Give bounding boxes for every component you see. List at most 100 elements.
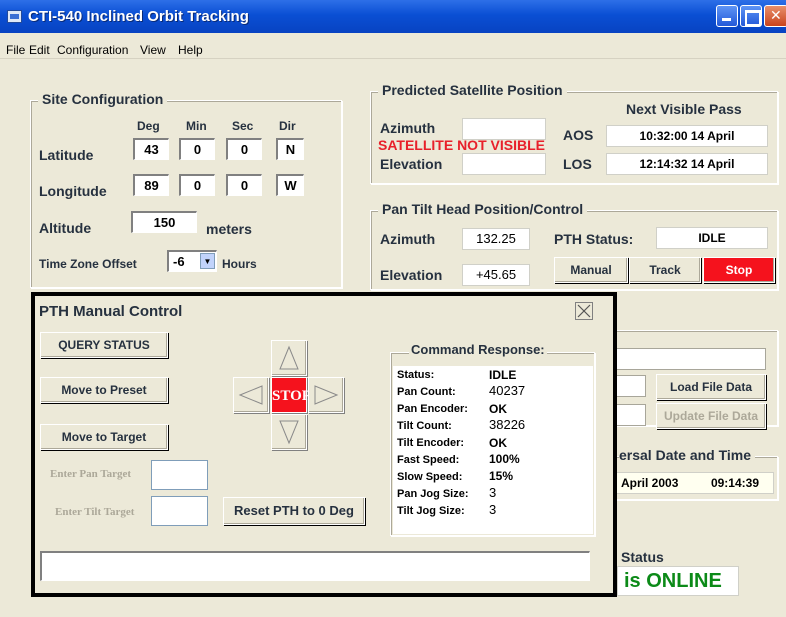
tilt-down-button[interactable] — [271, 414, 307, 450]
latitude-sec-input[interactable]: 0 — [226, 138, 262, 160]
command-response-title: Command Response: — [409, 342, 547, 357]
response-value: OK — [489, 402, 507, 416]
timezone-select[interactable]: -6 ▼ — [167, 250, 217, 272]
menu-bar: File Edit Configuration View Help — [0, 33, 786, 59]
manual-button[interactable]: Manual — [554, 257, 628, 283]
response-label: Fast Speed: — [397, 454, 460, 466]
pan-tilt-title: Pan Tilt Head Position/Control — [378, 201, 588, 217]
pth-message-box[interactable] — [40, 551, 590, 581]
app-icon[interactable] — [7, 10, 22, 23]
minimize-button[interactable] — [716, 5, 738, 27]
status-title: Status — [621, 549, 664, 565]
response-label: Pan Jog Size: — [397, 488, 469, 500]
menu-file[interactable]: File — [6, 43, 25, 57]
latitude-label: Latitude — [39, 147, 94, 163]
response-value: 40237 — [489, 383, 526, 398]
satellite-warning: SATELLITE NOT VISIBLE — [378, 137, 545, 153]
pth-manual-control-dialog: PTH Manual Control QUERY STATUS Move to … — [31, 292, 617, 597]
pth-status-label: PTH Status: — [554, 231, 634, 247]
move-to-target-button[interactable]: Move to Target — [40, 424, 168, 450]
tilt-target-input[interactable] — [151, 496, 208, 526]
close-button[interactable] — [764, 5, 786, 27]
track-button[interactable]: Track — [629, 257, 701, 283]
response-value: 3 — [489, 485, 497, 500]
stop-tracking-button[interactable]: Stop — [703, 257, 775, 283]
altitude-label: Altitude — [39, 220, 92, 236]
longitude-deg-input[interactable]: 89 — [133, 174, 169, 196]
longitude-dir-input[interactable]: W — [276, 174, 304, 196]
arrow-down-icon — [279, 420, 299, 445]
response-label: Status: — [397, 369, 435, 381]
response-value: OK — [489, 436, 507, 450]
pan-target-input[interactable] — [151, 460, 208, 490]
menu-configuration[interactable]: Configuration — [57, 43, 128, 57]
sec-header: Sec — [232, 119, 254, 133]
universal-date-field: April 2003 09:14:39 — [614, 472, 774, 494]
response-label: Tilt Encoder: — [397, 437, 465, 449]
pan-left-button[interactable] — [233, 377, 269, 413]
site-configuration-title: Site Configuration — [38, 91, 168, 107]
deg-header: Deg — [137, 119, 160, 133]
maximize-button[interactable] — [740, 5, 762, 27]
response-label: Tilt Count: — [397, 420, 452, 432]
predicted-elevation-field — [462, 153, 546, 175]
online-status: is ONLINE — [617, 566, 739, 596]
reset-pth-button[interactable]: Reset PTH to 0 Deg — [223, 497, 365, 525]
title-bar[interactable]: CTI-540 Inclined Orbit Tracking — [0, 0, 786, 33]
pth-azimuth-label: Azimuth — [380, 231, 436, 247]
response-value: 100% — [489, 452, 520, 466]
latitude-min-input[interactable]: 0 — [179, 138, 215, 160]
response-value: IDLE — [489, 368, 517, 382]
pth-status-value: IDLE — [656, 227, 768, 249]
file-field-1[interactable] — [614, 375, 646, 397]
longitude-sec-input[interactable]: 0 — [226, 174, 262, 196]
query-status-button[interactable]: QUERY STATUS — [40, 332, 168, 358]
predicted-position-title: Predicted Satellite Position — [378, 82, 567, 98]
pth-azimuth-value: 132.25 — [462, 228, 530, 250]
los-label: LOS — [563, 156, 592, 172]
command-response-panel: Status: IDLE Pan Count: 40237 Pan Encode… — [393, 366, 593, 534]
response-label: Slow Speed: — [397, 471, 463, 483]
response-value: 38226 — [489, 417, 526, 432]
altitude-input[interactable]: 150 — [131, 211, 197, 233]
dialog-close-icon[interactable] — [575, 302, 593, 320]
arrow-up-icon — [279, 345, 299, 370]
predicted-azimuth-label: Azimuth — [380, 120, 436, 136]
response-label: Pan Encoder: — [397, 403, 468, 415]
latitude-deg-input[interactable]: 43 — [133, 138, 169, 160]
update-file-data-button[interactable]: Update File Data — [656, 403, 766, 429]
timezone-label: Time Zone Offset — [39, 257, 137, 271]
menu-view[interactable]: View — [140, 43, 166, 57]
load-file-data-button[interactable]: Load File Data — [656, 374, 766, 400]
aos-value: 10:32:00 14 April — [606, 125, 768, 147]
latitude-dir-input[interactable]: N — [276, 138, 304, 160]
altitude-unit: meters — [206, 221, 252, 237]
file-field-2[interactable] — [614, 404, 646, 426]
next-pass-title: Next Visible Pass — [626, 101, 742, 117]
move-to-preset-button[interactable]: Move to Preset — [40, 377, 168, 403]
tilt-up-button[interactable] — [271, 340, 307, 376]
universal-time-title: ersal Date and Time — [619, 447, 756, 463]
aos-label: AOS — [563, 127, 594, 143]
longitude-label: Longitude — [39, 183, 107, 199]
window-title: CTI-540 Inclined Orbit Tracking — [28, 8, 249, 25]
menu-edit[interactable]: Edit — [29, 43, 50, 57]
timezone-unit: Hours — [222, 257, 257, 271]
arrow-left-icon — [238, 385, 263, 405]
pan-right-button[interactable] — [308, 377, 344, 413]
dir-header: Dir — [279, 119, 296, 133]
longitude-min-input[interactable]: 0 — [179, 174, 215, 196]
chevron-down-icon[interactable]: ▼ — [200, 253, 215, 269]
pth-elevation-label: Elevation — [380, 267, 443, 283]
min-header: Min — [186, 119, 207, 133]
los-value: 12:14:32 14 April — [606, 153, 768, 175]
file-path-input[interactable] — [614, 348, 766, 370]
response-value: 15% — [489, 469, 514, 483]
predicted-elevation-label: Elevation — [380, 156, 443, 172]
menu-help[interactable]: Help — [178, 43, 203, 57]
pth-elevation-value: +45.65 — [462, 264, 530, 286]
pan-target-label: Enter Pan Target — [50, 468, 132, 480]
tilt-target-label: Enter Tilt Target — [55, 506, 135, 518]
response-label: Pan Count: — [397, 386, 456, 398]
stop-button[interactable]: STOP — [271, 377, 311, 413]
